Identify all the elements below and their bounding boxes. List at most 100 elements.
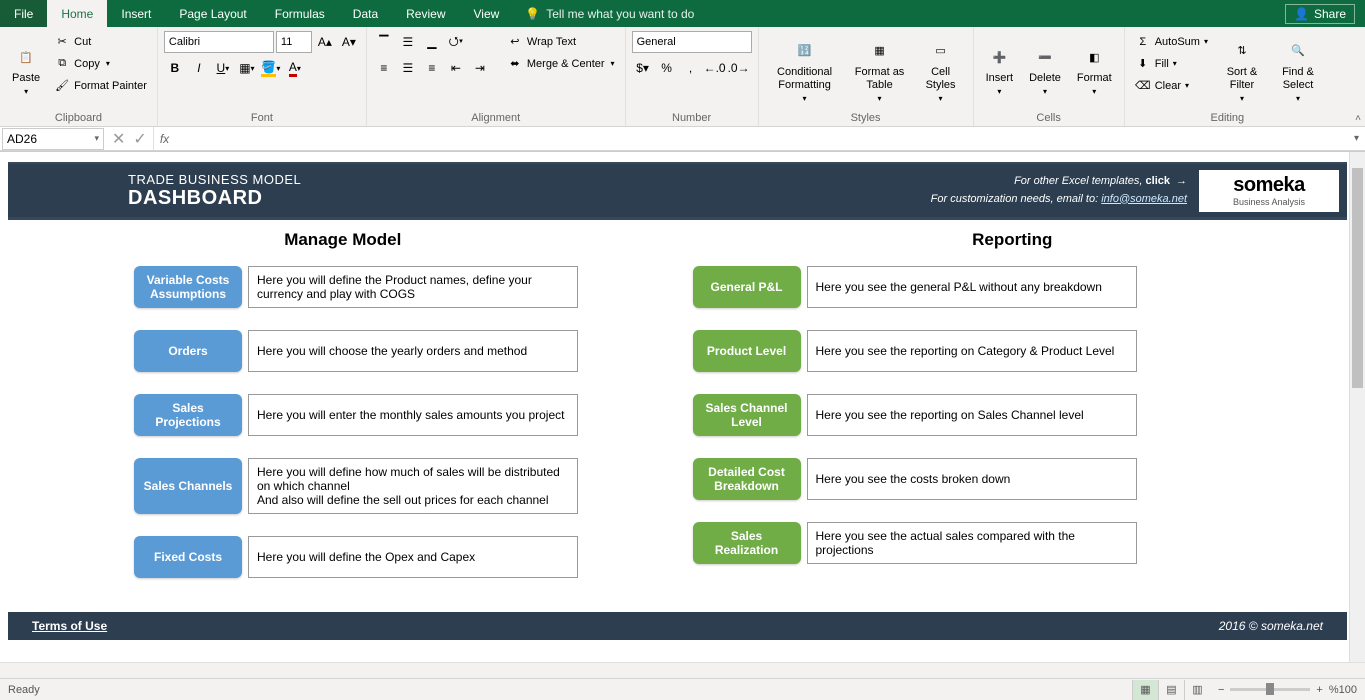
zoom-level[interactable]: %100 [1329, 684, 1357, 696]
btn-variable-costs[interactable]: Variable Costs Assumptions [134, 266, 242, 308]
align-bottom-button[interactable]: ▁ [421, 31, 443, 53]
share-button[interactable]: 👤 Share [1285, 4, 1355, 24]
btn-sales-channels[interactable]: Sales Channels [134, 458, 242, 514]
sort-icon: ⇅ [1230, 40, 1254, 64]
email-link[interactable]: info@someka.net [1101, 193, 1187, 205]
zoom-thumb[interactable] [1266, 683, 1274, 695]
format-painter-button[interactable]: 🖌Format Painter [50, 75, 151, 96]
copy-button[interactable]: ⧉Copy▾ [50, 53, 151, 74]
view-page-break-button[interactable]: ▥ [1184, 680, 1210, 700]
find-select-button[interactable]: 🔍Find & Select▾ [1272, 31, 1324, 112]
btn-sales-realization[interactable]: Sales Realization [693, 522, 801, 564]
formula-input[interactable] [175, 127, 1348, 150]
align-center-button[interactable]: ☰ [397, 57, 419, 79]
paste-button[interactable]: 📋 Paste ▾ [6, 31, 46, 112]
vertical-scrollbar[interactable] [1349, 152, 1365, 662]
name-box[interactable]: AD26▾ [2, 128, 104, 150]
cell-styles-label: Cell Styles [921, 66, 961, 92]
merge-label: Merge & Center [527, 58, 605, 70]
btn-sales-projections[interactable]: Sales Projections [134, 394, 242, 436]
paste-icon: 📋 [14, 46, 38, 70]
increase-decimal-button[interactable]: ←.0 [704, 57, 726, 79]
btn-detailed-cost[interactable]: Detailed Cost Breakdown [693, 458, 801, 500]
terms-link[interactable]: Terms of Use [32, 619, 107, 633]
tab-data[interactable]: Data [339, 0, 392, 27]
delete-button[interactable]: ➖Delete▾ [1023, 31, 1067, 112]
fx-icon[interactable]: fx [154, 132, 175, 146]
font-size-select[interactable] [276, 31, 312, 53]
table-icon: ▦ [868, 40, 892, 64]
wrap-text-button[interactable]: ↩Wrap Text [503, 31, 619, 52]
number-format-select[interactable] [632, 31, 752, 53]
view-normal-button[interactable]: ▦ [1132, 680, 1158, 700]
group-styles: 🔢Conditional Formatting▾ ▦Format as Tabl… [759, 27, 974, 126]
increase-font-button[interactable]: A▴ [314, 31, 336, 53]
decrease-font-button[interactable]: A▾ [338, 31, 360, 53]
autosum-button[interactable]: ΣAutoSum▾ [1131, 31, 1212, 52]
cond-label: Conditional Formatting [771, 66, 839, 92]
tab-review[interactable]: Review [392, 0, 459, 27]
tab-view[interactable]: View [460, 0, 514, 27]
view-page-layout-button[interactable]: ▤ [1158, 680, 1184, 700]
cancel-formula-icon[interactable]: ✕ [112, 129, 125, 149]
align-right-button[interactable]: ≡ [421, 57, 443, 79]
decrease-decimal-button[interactable]: .0→ [728, 57, 750, 79]
btn-fixed-costs[interactable]: Fixed Costs [134, 536, 242, 578]
zoom-slider[interactable] [1230, 688, 1310, 691]
tab-file[interactable]: File [0, 0, 47, 27]
format-as-table-button[interactable]: ▦Format as Table▾ [849, 31, 911, 112]
conditional-formatting-button[interactable]: 🔢Conditional Formatting▾ [765, 31, 845, 112]
fill-button[interactable]: ⬇Fill▾ [1131, 53, 1212, 74]
decrease-indent-button[interactable]: ⇤ [445, 57, 467, 79]
cell-styles-button[interactable]: ▭Cell Styles▾ [915, 31, 967, 112]
group-clipboard: 📋 Paste ▾ ✂Cut ⧉Copy▾ 🖌Format Painter Cl… [0, 27, 158, 126]
copy-label: Copy [74, 58, 100, 70]
increase-indent-button[interactable]: ⇥ [469, 57, 491, 79]
italic-button[interactable]: I [188, 57, 210, 79]
tab-insert[interactable]: Insert [107, 0, 165, 27]
collapse-ribbon-button[interactable]: ˄ [1355, 113, 1361, 124]
cut-button[interactable]: ✂Cut [50, 31, 151, 52]
tab-home[interactable]: Home [47, 0, 107, 27]
formula-expand-button[interactable]: ▾ [1348, 133, 1365, 144]
btn-product-level[interactable]: Product Level [693, 330, 801, 372]
decrease-font-icon: A▾ [342, 35, 356, 49]
borders-button[interactable]: ▦▾ [236, 57, 258, 79]
cut-label: Cut [74, 36, 91, 48]
zoom-in-button[interactable]: + [1316, 684, 1322, 696]
zoom-out-button[interactable]: − [1218, 684, 1224, 696]
font-color-button[interactable]: A▾ [284, 57, 306, 79]
fill-color-button[interactable]: 🪣▾ [260, 57, 282, 79]
btn-sales-channel-level[interactable]: Sales Channel Level [693, 394, 801, 436]
click-link[interactable]: click [1146, 175, 1170, 187]
accounting-button[interactable]: $▾ [632, 57, 654, 79]
align-left-button[interactable]: ≡ [373, 57, 395, 79]
orientation-button[interactable]: ⭯▾ [445, 31, 467, 53]
desc-variable-costs: Here you will define the Product names, … [248, 266, 578, 308]
insert-button[interactable]: ➕Insert▾ [980, 31, 1020, 112]
wrap-icon: ↩ [507, 34, 523, 50]
sum-icon: Σ [1135, 34, 1151, 50]
font-name-select[interactable] [164, 31, 274, 53]
format-button[interactable]: ◧Format▾ [1071, 31, 1118, 112]
enter-formula-icon[interactable]: ✓ [133, 129, 146, 149]
tell-me-search[interactable]: 💡 Tell me what you want to do [525, 7, 694, 21]
align-middle-button[interactable]: ☰ [397, 31, 419, 53]
percent-button[interactable]: % [656, 57, 678, 79]
btn-orders[interactable]: Orders [134, 330, 242, 372]
tab-page-layout[interactable]: Page Layout [165, 0, 260, 27]
other-templates-text: For other Excel templates, [1014, 175, 1142, 187]
clear-button[interactable]: ⌫Clear▾ [1131, 75, 1212, 96]
btn-general-pl[interactable]: General P&L [693, 266, 801, 308]
scroll-thumb[interactable] [1352, 168, 1363, 388]
underline-button[interactable]: U▾ [212, 57, 234, 79]
bold-button[interactable]: B [164, 57, 186, 79]
tab-formulas[interactable]: Formulas [261, 0, 339, 27]
underline-icon: U [217, 61, 226, 75]
sort-filter-button[interactable]: ⇅Sort & Filter▾ [1216, 31, 1268, 112]
table-label: Format as Table [855, 66, 905, 92]
comma-button[interactable]: , [680, 57, 702, 79]
merge-center-button[interactable]: ⬌Merge & Center▾ [503, 53, 619, 74]
align-top-button[interactable]: ▔ [373, 31, 395, 53]
insert-label: Insert [986, 72, 1014, 85]
